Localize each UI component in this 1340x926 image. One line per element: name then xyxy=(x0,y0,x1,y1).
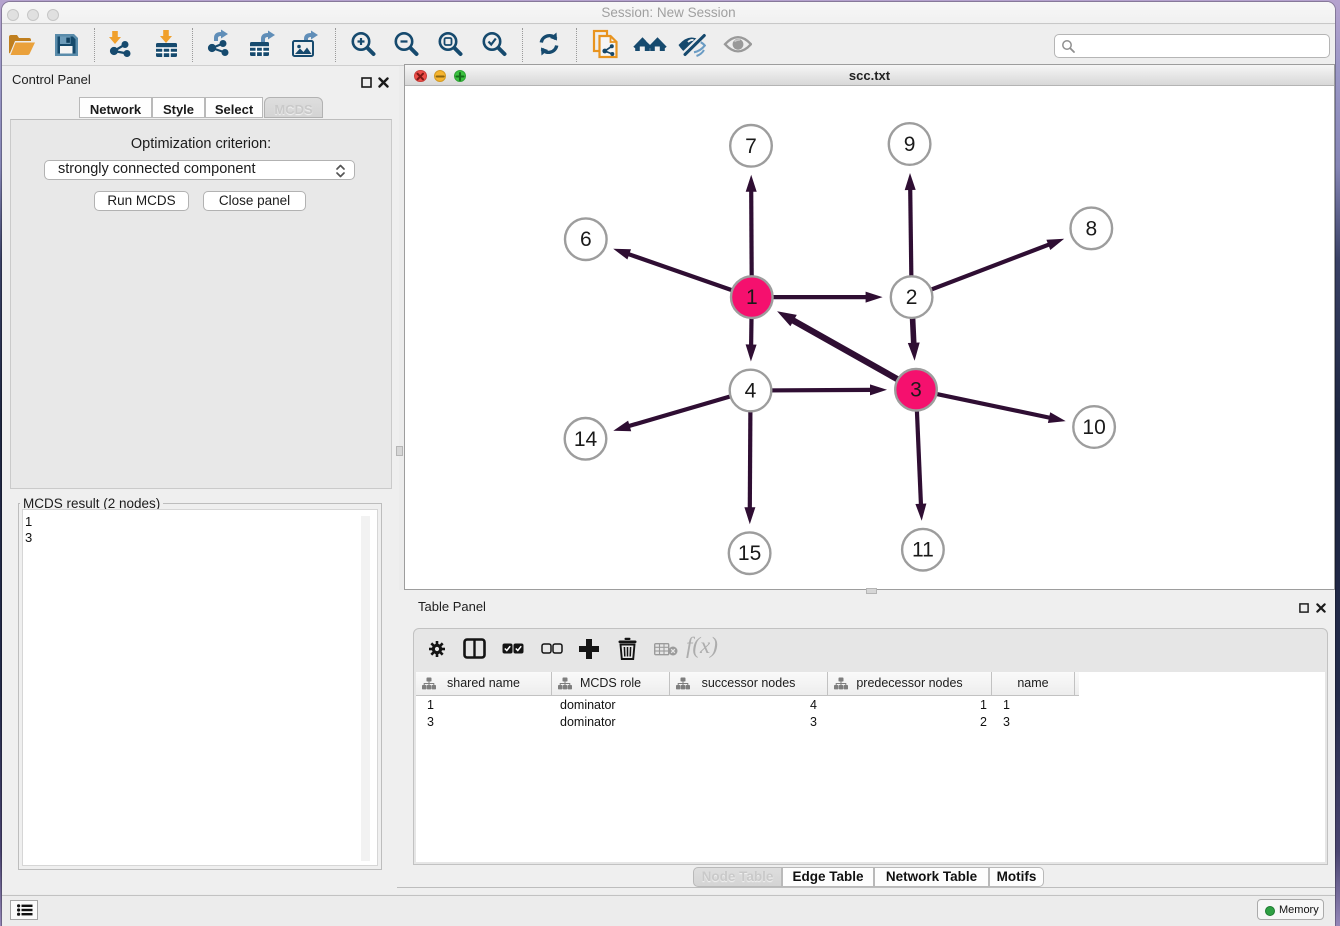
svg-text:9: 9 xyxy=(904,133,916,156)
svg-text:7: 7 xyxy=(745,135,757,158)
svg-text:10: 10 xyxy=(1082,416,1105,439)
svg-text:3: 3 xyxy=(910,379,922,402)
svg-text:2: 2 xyxy=(906,286,918,309)
svg-text:1: 1 xyxy=(746,286,758,309)
svg-text:8: 8 xyxy=(1085,217,1097,240)
svg-text:14: 14 xyxy=(574,428,598,451)
svg-text:4: 4 xyxy=(745,380,757,403)
svg-text:15: 15 xyxy=(738,542,761,565)
svg-text:11: 11 xyxy=(912,539,934,562)
svg-text:6: 6 xyxy=(580,228,592,251)
